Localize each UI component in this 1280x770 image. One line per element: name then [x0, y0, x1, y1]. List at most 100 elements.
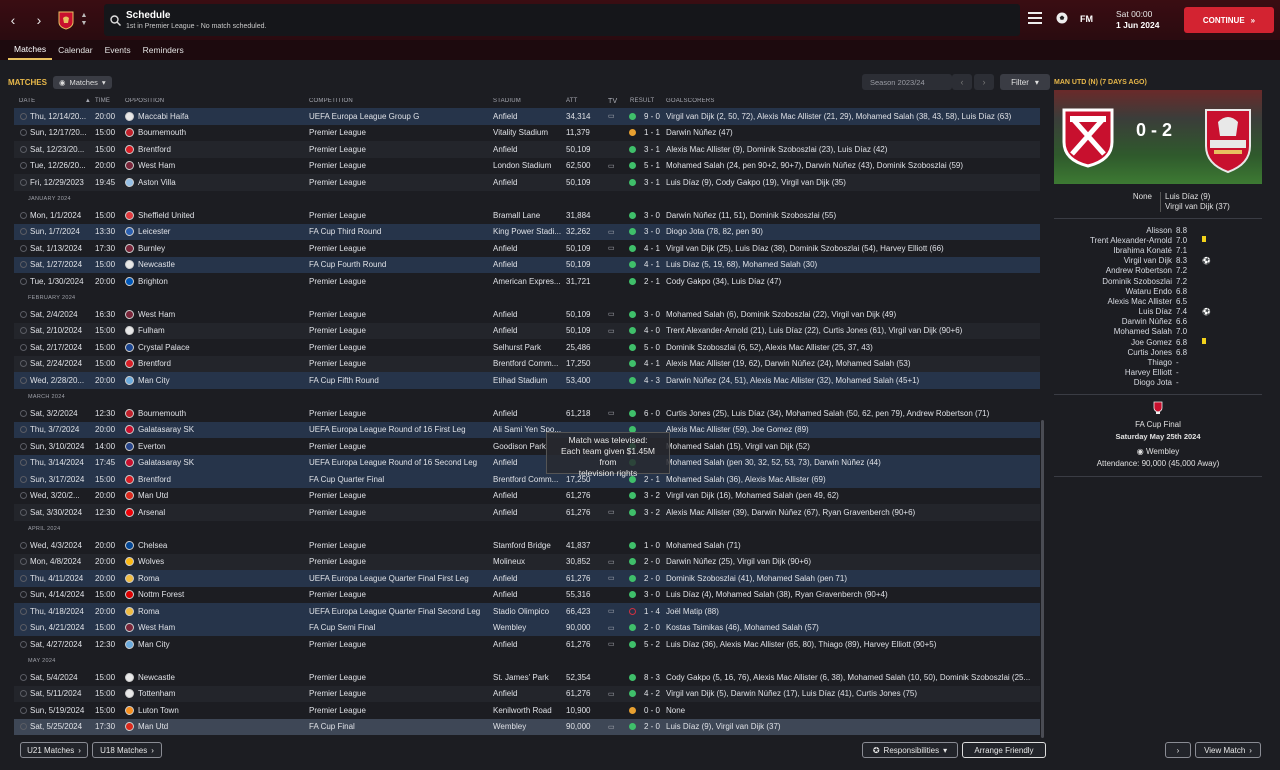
player-name[interactable]: Ibrahima Konaté [1054, 246, 1176, 255]
tab-reminders[interactable]: Reminders [137, 40, 190, 60]
table-row[interactable]: Sat, 5/4/2024 15:00 Newcastle Premier Leagu… [14, 669, 1040, 686]
competition-cell[interactable]: Premier League [309, 508, 493, 517]
player-name[interactable]: Alisson [1054, 226, 1176, 235]
row-select-icon[interactable] [20, 211, 27, 219]
opposition-cell[interactable]: Galatasaray SK [125, 425, 309, 435]
tv-icon[interactable]: ▭ [608, 723, 626, 731]
row-select-icon[interactable] [20, 310, 27, 318]
table-row[interactable]: Sat, 2/10/2024 15:00 Fulham Premier League A… [14, 322, 1040, 339]
player-name[interactable]: Mohamed Salah [1054, 327, 1176, 336]
opposition-name[interactable]: Man Utd [138, 722, 168, 731]
tv-icon[interactable]: ▭ [608, 409, 626, 417]
tab-calendar[interactable]: Calendar [52, 40, 99, 60]
player-rating-row[interactable]: Darwin Núñez 6.6 [1054, 317, 1262, 327]
result-cell[interactable]: 2 - 0 [638, 722, 666, 731]
opposition-cell[interactable]: Man City [125, 375, 309, 385]
player-name[interactable]: Darwin Núñez [1054, 317, 1176, 326]
opposition-name[interactable]: West Ham [138, 623, 175, 632]
result-cell[interactable]: 5 - 0 [638, 343, 666, 352]
opposition-name[interactable]: Maccabi Haifa [138, 112, 189, 121]
responsibilities-button[interactable]: ✪ Responsibilities ▾ [862, 742, 958, 758]
table-row[interactable]: Sat, 3/2/2024 12:30 Bournemouth Premier Lea… [14, 405, 1040, 422]
competition-cell[interactable]: Premier League [309, 590, 493, 599]
table-row[interactable]: Wed, 3/20/2... 20:00 Man Utd Premier League… [14, 488, 1040, 505]
table-row[interactable]: Thu, 3/14/2024 17:45 Galatasaray SK UEFA Eu… [14, 454, 1040, 471]
row-select-icon[interactable] [20, 574, 27, 582]
table-row[interactable]: Sun, 4/21/2024 15:00 West Ham FA Cup Semi F… [14, 619, 1040, 636]
opposition-name[interactable]: Man City [138, 640, 170, 649]
result-cell[interactable]: 2 - 0 [638, 574, 666, 583]
competition-cell[interactable]: Premier League [309, 128, 493, 137]
player-rating-row[interactable]: Andrew Robertson 7.2 [1054, 266, 1262, 276]
opposition-cell[interactable]: Brentford [125, 474, 309, 484]
opposition-name[interactable]: Chelsea [138, 541, 167, 550]
tv-icon[interactable]: ▭ [608, 310, 626, 318]
player-rating-row[interactable]: Curtis Jones 6.8 [1054, 347, 1262, 357]
competition-cell[interactable]: UEFA Europa League Round of 16 Second Le… [309, 458, 493, 467]
table-row[interactable]: Mon, 1/1/2024 15:00 Sheffield United Premie… [14, 207, 1040, 224]
player-name[interactable]: Andrew Robertson [1054, 266, 1176, 275]
tv-icon[interactable]: ▭ [608, 640, 626, 648]
player-rating-row[interactable]: Alisson 8.8 [1054, 225, 1262, 235]
tv-icon[interactable]: ▭ [608, 244, 626, 252]
opposition-name[interactable]: Brentford [138, 145, 171, 154]
table-row[interactable]: Sat, 12/23/20... 15:00 Brentford Premier Le… [14, 141, 1040, 158]
result-cell[interactable]: 2 - 0 [638, 623, 666, 632]
result-cell[interactable]: 4 - 0 [638, 326, 666, 335]
table-row[interactable]: Mon, 4/8/2024 20:00 Wolves Premier League Mo… [14, 553, 1040, 570]
next-season-button[interactable]: › [974, 74, 994, 90]
table-row[interactable]: Sun, 5/19/2024 15:00 Luton Town Premier Lea… [14, 702, 1040, 719]
match-banner[interactable]: 0 - 2 [1054, 90, 1262, 184]
table-row[interactable]: Sat, 3/30/2024 12:30 Arsenal Premier League… [14, 504, 1040, 521]
player-name[interactable]: Luis Díaz [1054, 307, 1176, 316]
competition-cell[interactable]: FA Cup Final [309, 722, 493, 731]
opposition-name[interactable]: Sheffield United [138, 211, 194, 220]
tv-icon[interactable]: ▭ [608, 607, 626, 615]
table-row[interactable]: Tue, 12/26/20... 20:00 West Ham Premier Lea… [14, 158, 1040, 175]
competition-cell[interactable]: Premier League [309, 244, 493, 253]
table-row[interactable]: Sat, 1/27/2024 15:00 Newcastle FA Cup Fourt… [14, 256, 1040, 273]
opposition-name[interactable]: Fulham [138, 326, 165, 335]
row-select-icon[interactable] [20, 178, 27, 186]
opposition-cell[interactable]: Fulham [125, 326, 309, 336]
table-row[interactable]: Sat, 2/17/2024 15:00 Crystal Palace Premier… [14, 339, 1040, 356]
player-rating-row[interactable]: Harvey Elliott - [1054, 368, 1262, 378]
tv-icon[interactable]: ▭ [608, 162, 626, 170]
opposition-name[interactable]: Man Utd [138, 491, 168, 500]
competition-cell[interactable]: UEFA Europa League Round of 16 First Leg [309, 425, 493, 434]
player-rating-row[interactable]: Mohamed Salah 7.0 [1054, 327, 1262, 337]
opposition-cell[interactable]: Brentford [125, 144, 309, 154]
table-row[interactable]: Thu, 12/14/20... 20:00 Maccabi Haifa UEFA E… [14, 108, 1040, 125]
tv-icon[interactable]: ▭ [608, 327, 626, 335]
opposition-cell[interactable]: Bournemouth [125, 408, 309, 418]
competition-cell[interactable]: Premier League [309, 689, 493, 698]
opposition-name[interactable]: Everton [138, 442, 166, 451]
row-select-icon[interactable] [20, 376, 27, 384]
competition-cell[interactable]: Premier League [309, 409, 493, 418]
scrollbar[interactable] [1041, 420, 1044, 738]
table-row[interactable]: Sat, 5/11/2024 15:00 Tottenham Premier Leag… [14, 685, 1040, 702]
opposition-cell[interactable]: Sheffield United [125, 210, 309, 220]
result-cell[interactable]: 3 - 0 [638, 310, 666, 319]
opposition-cell[interactable]: Leicester [125, 227, 309, 237]
player-name[interactable]: Curtis Jones [1054, 348, 1176, 357]
forward-button[interactable]: › [26, 0, 52, 40]
result-cell[interactable]: 3 - 0 [638, 590, 666, 599]
opposition-name[interactable]: Wolves [138, 557, 164, 566]
result-cell[interactable]: 9 - 0 [638, 112, 666, 121]
result-cell[interactable]: 3 - 2 [638, 491, 666, 500]
arrange-friendly-button[interactable]: Arrange Friendly [962, 742, 1046, 758]
col-opposition[interactable]: OPPOSITION [125, 98, 309, 104]
row-select-icon[interactable] [20, 640, 27, 648]
row-select-icon[interactable] [20, 508, 27, 516]
result-cell[interactable]: 3 - 1 [638, 178, 666, 187]
club-switcher-icon[interactable]: ▲ ▼ [76, 0, 92, 40]
opposition-name[interactable]: Aston Villa [138, 178, 176, 187]
opposition-cell[interactable]: Galatasaray SK [125, 458, 309, 468]
player-name[interactable]: Trent Alexander-Arnold [1054, 236, 1176, 245]
competition-cell[interactable]: Premier League [309, 640, 493, 649]
player-rating-row[interactable]: Diogo Jota - [1054, 378, 1262, 388]
opposition-cell[interactable]: West Ham [125, 623, 309, 633]
result-cell[interactable]: 5 - 2 [638, 640, 666, 649]
table-row[interactable]: Sun, 3/10/2024 14:00 Everton Premier League… [14, 438, 1040, 455]
